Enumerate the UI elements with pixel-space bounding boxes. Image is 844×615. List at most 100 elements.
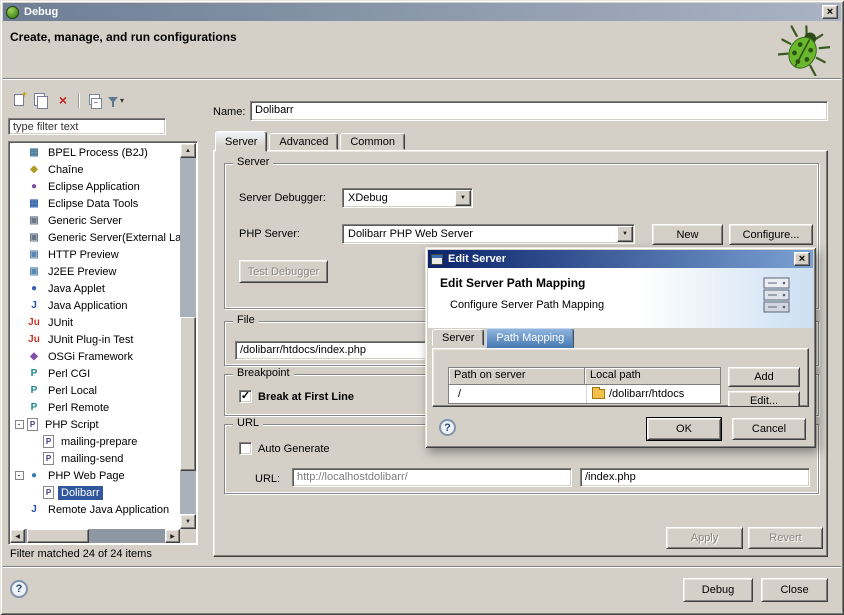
tree-item-label: mailing-send xyxy=(58,452,126,466)
auto-generate-checkbox[interactable] xyxy=(239,442,252,455)
tree-item-label: HTTP Preview xyxy=(45,248,122,262)
tab-server[interactable]: Server xyxy=(432,329,484,346)
delete-configuration-button[interactable]: × xyxy=(52,90,74,110)
tree-item-label: Generic Server(External La xyxy=(45,231,180,245)
tab-path-mapping[interactable]: Path Mapping xyxy=(486,328,574,348)
breakpoint-group-title: Breakpoint xyxy=(233,367,294,379)
add-mapping-button[interactable]: Add xyxy=(728,367,800,387)
server-debugger-combo[interactable]: XDebug ▼ xyxy=(342,188,473,208)
window-close-icon[interactable]: × xyxy=(822,5,838,19)
tree-item-generic-server-external-la[interactable]: ▣Generic Server(External La xyxy=(11,229,180,246)
url-path-input[interactable]: /index.php xyxy=(580,468,810,487)
dialog-heading: Edit Server Path Mapping xyxy=(440,276,585,290)
help-button[interactable]: ? xyxy=(10,580,28,598)
tree-item-php-web-page[interactable]: -●PHP Web Page xyxy=(11,467,180,484)
tree-item-perl-local[interactable]: PPerl Local xyxy=(11,382,180,399)
tree-item-remote-java-application[interactable]: JRemote Java Application xyxy=(11,501,180,518)
collapse-all-button[interactable] xyxy=(83,90,105,110)
chevron-down-icon[interactable]: ▼ xyxy=(617,226,633,242)
php-server-label: PHP Server: xyxy=(239,228,300,240)
cancel-button[interactable]: Cancel xyxy=(732,418,806,440)
edit-mapping-button[interactable]: Edit... xyxy=(728,391,800,407)
duplicate-configuration-button[interactable] xyxy=(30,90,52,110)
dialog-close-icon[interactable]: × xyxy=(794,252,810,266)
server-icon xyxy=(763,276,791,316)
configure-server-button[interactable]: Configure... xyxy=(729,224,813,245)
collapse-box-icon[interactable]: - xyxy=(15,471,24,480)
tree-horizontal-scrollbar[interactable]: ◀ ▶ xyxy=(10,529,180,543)
new-configuration-button[interactable] xyxy=(8,90,30,110)
filter-icon xyxy=(108,97,118,103)
break-at-first-line-checkbox[interactable]: ✓ xyxy=(239,390,252,403)
debug-button[interactable]: Debug xyxy=(683,578,753,602)
scroll-down-icon[interactable]: ▼ xyxy=(180,514,196,529)
php-server-combo[interactable]: Dolibarr PHP Web Server ▼ xyxy=(342,224,635,244)
column-header-path-on-server[interactable]: Path on server xyxy=(449,368,585,385)
chevron-down-icon: ▾ xyxy=(120,96,124,105)
tree-item-label: JUnit xyxy=(45,316,76,330)
vertical-scrollbar-thumb[interactable] xyxy=(180,317,196,471)
config-tree-panel: ▦BPEL Process (B2J)◆Chaîne●Eclipse Appli… xyxy=(8,141,198,545)
tree-item-java-application[interactable]: JJava Application xyxy=(11,297,180,314)
java-applet-icon: ● xyxy=(27,282,41,295)
tree-item-generic-server[interactable]: ▣Generic Server xyxy=(11,212,180,229)
tree-item-java-applet[interactable]: ●Java Applet xyxy=(11,280,180,297)
filter-input[interactable]: type filter text xyxy=(8,118,166,135)
tree-item-label: BPEL Process (B2J) xyxy=(45,146,151,160)
tab-common[interactable]: Common xyxy=(340,133,405,150)
server-debugger-label: Server Debugger: xyxy=(239,192,326,204)
php-server-value: Dolibarr PHP Web Server xyxy=(343,228,616,240)
footer-divider-highlight xyxy=(3,567,841,568)
tree-item-dolibarr[interactable]: PDolibarr xyxy=(11,484,180,501)
collapse-box-icon[interactable]: - xyxy=(15,420,24,429)
tree-item-eclipse-application[interactable]: ●Eclipse Application xyxy=(11,178,180,195)
tree-expander-icon[interactable]: - xyxy=(11,420,27,429)
tree-vertical-scrollbar[interactable]: ▲ ▼ xyxy=(180,143,196,529)
scroll-right-icon[interactable]: ▶ xyxy=(165,529,180,543)
check-icon: ✓ xyxy=(241,391,250,402)
tree-item-junit-plug-in-test[interactable]: JuJUnit Plug-in Test xyxy=(11,331,180,348)
revert-button[interactable]: Revert xyxy=(748,527,823,549)
tree-item-j2ee-preview[interactable]: ▣J2EE Preview xyxy=(11,263,180,280)
perl-remote-icon: P xyxy=(27,401,41,414)
tree-item-cha-ne[interactable]: ◆Chaîne xyxy=(11,161,180,178)
eclipse-data-tools-icon: ▦ xyxy=(27,197,41,210)
tab-server[interactable]: Server xyxy=(215,131,267,152)
url-label: URL: xyxy=(255,473,280,485)
scroll-left-icon[interactable]: ◀ xyxy=(10,529,25,543)
tab-advanced[interactable]: Advanced xyxy=(269,133,338,150)
ok-button[interactable]: OK xyxy=(647,418,721,440)
tree-item-perl-remote[interactable]: PPerl Remote xyxy=(11,399,180,416)
tree-item-perl-cgi[interactable]: PPerl CGI xyxy=(11,365,180,382)
tree-item-http-preview[interactable]: ▣HTTP Preview xyxy=(11,246,180,263)
tree-item-mailing-send[interactable]: Pmailing-send xyxy=(11,450,180,467)
dialog-help-button[interactable]: ? xyxy=(439,419,456,436)
dialog-titlebar[interactable]: Edit Server × xyxy=(428,250,813,268)
test-debugger-button[interactable]: Test Debugger xyxy=(239,260,328,283)
tree-item-label: Perl Local xyxy=(45,384,100,398)
tree-expander-icon[interactable]: - xyxy=(11,471,27,480)
column-header-local-path[interactable]: Local path xyxy=(585,368,720,385)
tree-item-php-script[interactable]: -PPHP Script xyxy=(11,416,180,433)
tree-item-mailing-prepare[interactable]: Pmailing-prepare xyxy=(11,433,180,450)
scroll-up-icon[interactable]: ▲ xyxy=(180,143,196,158)
filter-launch-configurations-button[interactable]: ▾ xyxy=(105,90,127,110)
base-url-text: http://localhostdolibarr/ xyxy=(297,471,408,483)
window-titlebar[interactable]: Debug × xyxy=(3,3,841,21)
tree-item-label: Chaîne xyxy=(45,163,86,177)
base-url-input[interactable]: http://localhostdolibarr/ xyxy=(292,468,572,487)
mapping-row[interactable]: //dolibarr/htdocs xyxy=(449,385,720,403)
apply-button[interactable]: Apply xyxy=(666,527,743,549)
tree-item-eclipse-data-tools[interactable]: ▦Eclipse Data Tools xyxy=(11,195,180,212)
tree-item-label: PHP Web Page xyxy=(45,469,128,483)
tree-item-bpel-process-b2j[interactable]: ▦BPEL Process (B2J) xyxy=(11,144,180,161)
horizontal-scrollbar-thumb[interactable] xyxy=(27,529,89,543)
window-title: Debug xyxy=(24,6,822,18)
url-group-title: URL xyxy=(233,417,263,429)
name-input[interactable]: Dolibarr xyxy=(250,101,828,121)
new-server-button[interactable]: New xyxy=(652,224,723,245)
tree-item-junit[interactable]: JuJUnit xyxy=(11,314,180,331)
chevron-down-icon[interactable]: ▼ xyxy=(455,190,471,206)
tree-item-osgi-framework[interactable]: ◆OSGi Framework xyxy=(11,348,180,365)
close-button[interactable]: Close xyxy=(761,578,828,602)
